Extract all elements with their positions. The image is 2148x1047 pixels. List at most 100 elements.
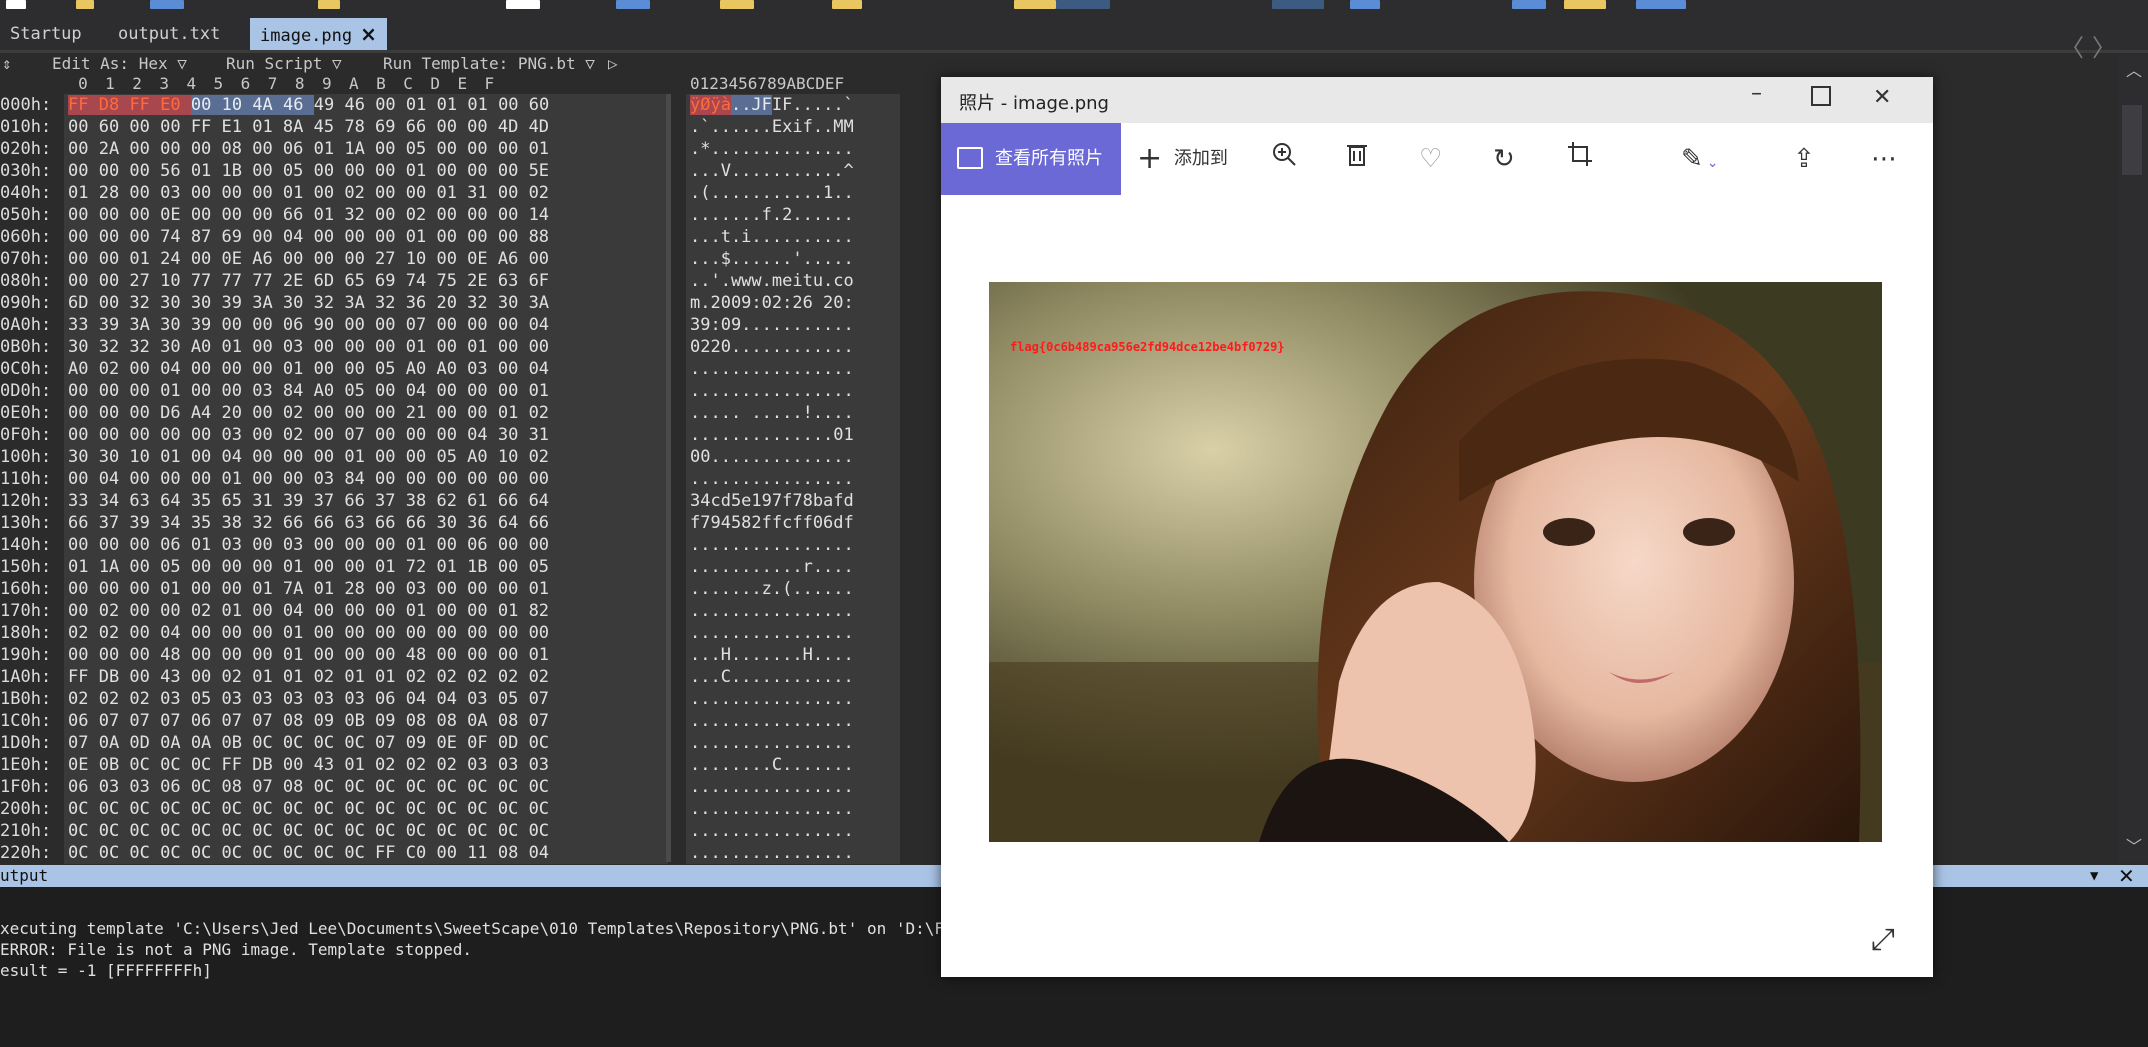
hex-row-bytes[interactable]: 01 28 00 03 00 00 00 01 00 02 00 00 01 3… [64,182,668,204]
scroll-up-icon[interactable]: ︿ [2126,57,2142,81]
minimize-icon[interactable]: – [1751,81,1762,106]
hex-row-ascii[interactable]: ................ [686,468,900,490]
hex-row-ascii[interactable]: ..............01 [686,424,900,446]
vertical-scrollbar[interactable]: ︿ ﹀ [2118,55,2148,863]
run-icon[interactable]: ▷ [608,54,618,73]
hex-row-bytes[interactable]: 0C 0C 0C 0C 0C 0C 0C 0C 0C 0C 0C 0C 0C 0… [64,820,668,842]
hex-row-bytes[interactable]: A0 02 00 04 00 00 00 01 00 00 05 A0 A0 0… [64,358,668,380]
edit-as-dropdown[interactable]: Edit As: Hex ▽ [52,54,187,73]
hex-row-ascii[interactable]: 34cd5e197f78bafd [686,490,900,512]
tab-startup[interactable]: Startup [0,18,92,50]
close-window-icon[interactable]: ✕ [1873,85,1891,110]
hex-row-ascii[interactable]: ÿØÿà..JFIF.....` [686,94,900,116]
hex-row-ascii[interactable]: ...H.......H.... [686,644,900,666]
more-icon[interactable]: ⋯ [1871,139,1897,179]
hex-row-ascii[interactable]: ..... .....!.... [686,402,900,424]
hex-row-ascii[interactable]: ................ [686,732,900,754]
hex-row-bytes[interactable]: 07 0A 0D 0A 0A 0B 0C 0C 0C 0C 07 09 0E 0… [64,732,668,754]
hex-row-bytes[interactable]: 00 2A 00 00 00 08 00 06 01 1A 00 05 00 0… [64,138,668,160]
hex-row-bytes[interactable]: 00 00 00 06 01 03 00 03 00 00 00 01 00 0… [64,534,668,556]
hex-row-bytes[interactable]: 66 37 39 34 35 38 32 66 66 63 66 66 30 3… [64,512,668,534]
hex-row-bytes[interactable]: 33 39 3A 30 39 00 00 06 90 00 00 07 00 0… [64,314,668,336]
hex-row-ascii[interactable]: ................ [686,358,900,380]
replace-icon[interactable] [832,0,862,9]
crop-icon[interactable] [1567,139,1593,179]
run-template-dropdown[interactable]: Run Template: PNG.bt ▽ [383,54,595,73]
hex-row-bytes[interactable]: 30 30 10 01 00 04 00 00 00 01 00 00 05 A… [64,446,668,468]
hex-row-ascii[interactable]: ........C....... [686,754,900,776]
hex-row-bytes[interactable]: FF D8 FF E0 00 10 4A 46 49 46 00 01 01 0… [64,94,668,116]
hex-row-ascii[interactable]: .`......Exif..MM [686,116,900,138]
scroll-thumb[interactable] [2122,105,2142,175]
hex-row-bytes[interactable]: 06 07 07 07 06 07 07 08 09 0B 09 08 08 0… [64,710,668,732]
edit-icon[interactable]: ✎ ⌄ [1681,139,1719,183]
hex-row-bytes[interactable]: FF DB 00 43 00 02 01 01 02 01 01 02 02 0… [64,666,668,688]
hex-row-bytes[interactable]: 00 00 00 0E 00 00 00 66 01 32 00 02 00 0… [64,204,668,226]
save-icon[interactable] [150,0,184,9]
hex-row-ascii[interactable]: 39:09........... [686,314,900,336]
hex-row-ascii[interactable]: ................ [686,688,900,710]
hex-row-ascii[interactable]: ................ [686,380,900,402]
hex-row-bytes[interactable]: 01 1A 00 05 00 00 00 01 00 00 01 72 01 1… [64,556,668,578]
dropdown-icon[interactable]: ▼ [2090,865,2098,887]
hex-row-bytes[interactable]: 0E 0B 0C 0C 0C FF DB 00 43 01 02 02 02 0… [64,754,668,776]
tab-output-txt[interactable]: output.txt [108,18,230,50]
share-icon[interactable]: ⇪ [1793,139,1815,179]
hex-row-ascii[interactable]: ..'.www.meitu.co [686,270,900,292]
delete-icon[interactable] [1345,139,1369,179]
find-icon[interactable] [720,0,754,9]
hex-row-bytes[interactable]: 0C 0C 0C 0C 0C 0C 0C 0C 0C 0C 0C 0C 0C 0… [64,798,668,820]
hex-row-bytes[interactable]: 02 02 00 04 00 00 00 01 00 00 00 00 00 0… [64,622,668,644]
hex-row-ascii[interactable]: .......z.(...... [686,578,900,600]
rotate-icon[interactable]: ↻ [1493,139,1515,179]
ruler-icon[interactable] [1564,0,1606,9]
zoom-in-icon[interactable] [1271,139,1297,179]
hex-row-bytes[interactable]: 00 02 00 00 02 01 00 04 00 00 00 01 00 0… [64,600,668,622]
new-file-icon[interactable] [6,0,26,9]
columns-icon[interactable] [1272,0,1324,9]
hex-row-bytes[interactable]: 00 00 00 D6 A4 20 00 02 00 00 00 21 00 0… [64,402,668,424]
hex-row-ascii[interactable]: ................ [686,622,900,644]
hex-row-bytes[interactable]: 00 00 00 74 87 69 00 04 00 00 00 01 00 0… [64,226,668,248]
run-script-dropdown[interactable]: Run Script ▽ [226,54,342,73]
hex-row-ascii[interactable]: ...V...........^ [686,160,900,182]
hex-row-bytes[interactable]: 6D 00 32 30 30 39 3A 30 32 3A 32 36 20 3… [64,292,668,314]
hex-row-ascii[interactable]: ...........r.... [686,556,900,578]
hex-row-bytes[interactable]: 00 00 00 00 00 03 00 02 00 07 00 00 00 0… [64,424,668,446]
hex-row-ascii[interactable]: ................ [686,600,900,622]
scroll-down-icon[interactable]: ﹀ [2126,833,2142,857]
hex-row-bytes[interactable]: 00 00 00 01 00 00 01 7A 01 28 00 03 00 0… [64,578,668,600]
hex-row-bytes[interactable]: 00 60 00 00 FF E1 01 8A 45 78 69 66 00 0… [64,116,668,138]
hex-row-bytes[interactable]: 00 00 27 10 77 77 77 2E 6D 65 69 74 75 2… [64,270,668,292]
help-icon[interactable] [1636,0,1686,9]
hex-row-ascii[interactable]: ................ [686,798,900,820]
hex-row-bytes[interactable]: 00 00 00 48 00 00 00 01 00 00 00 48 00 0… [64,644,668,666]
tab-image-png[interactable]: image.png × [250,18,387,50]
hex-row-bytes[interactable]: 00 00 00 56 01 1B 00 05 00 00 00 01 00 0… [64,160,668,182]
heart-icon[interactable]: ♡ [1419,139,1442,179]
collapse-icon[interactable]: ⇕ [2,54,12,73]
open-folder-icon[interactable] [76,0,94,9]
goto-icon[interactable] [1014,0,1056,9]
hex-row-bytes[interactable]: 0C 0C 0C 0C 0C 0C 0C 0C 0C 0C FF C0 00 1… [64,842,668,864]
calculator-icon[interactable] [1350,0,1380,9]
hex-row-ascii[interactable]: .(...........1.. [686,182,900,204]
hex-row-ascii[interactable]: 0220............ [686,336,900,358]
hex-row-ascii[interactable]: ...$......'..... [686,248,900,270]
hex-row-ascii[interactable]: ...C............ [686,666,900,688]
hex-row-ascii[interactable]: m.2009:02:26 20: [686,292,900,314]
copy-icon[interactable] [506,0,540,9]
hex-row-bytes[interactable]: 06 03 03 06 0C 08 07 08 0C 0C 0C 0C 0C 0… [64,776,668,798]
close-icon[interactable]: × [360,22,377,46]
add-to-button[interactable]: + 添加到 [1137,139,1228,179]
hex-row-bytes[interactable]: 00 04 00 00 00 01 00 00 03 84 00 00 00 0… [64,468,668,490]
chevron-down-icon[interactable]: ⌄ [1707,155,1719,171]
hex-row-ascii[interactable]: ...t.i.......... [686,226,900,248]
hex-row-bytes[interactable]: 33 34 63 64 35 65 31 39 37 66 37 38 62 6… [64,490,668,512]
hex-row-bytes[interactable]: 00 00 01 24 00 0E A6 00 00 00 27 10 00 0… [64,248,668,270]
view-all-photos-button[interactable]: 查看所有照片 [941,123,1121,195]
fullscreen-icon[interactable]: ⤢ [1871,922,1895,957]
hex-row-bytes[interactable]: 00 00 00 01 00 00 03 84 A0 05 00 04 00 0… [64,380,668,402]
hex-row-ascii[interactable]: ................ [686,534,900,556]
undo-icon[interactable] [616,0,650,9]
